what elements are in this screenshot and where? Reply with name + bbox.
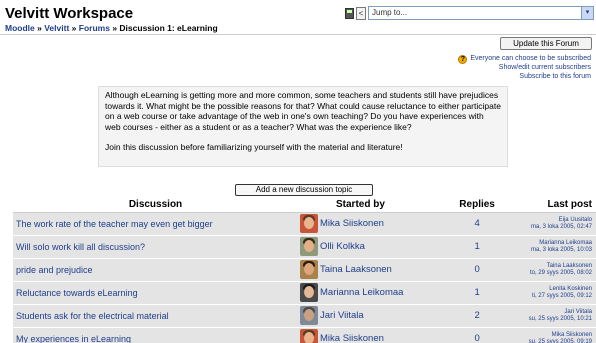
avatar[interactable]: [298, 304, 320, 328]
breadcrumb-separator: »: [112, 23, 118, 33]
last-post-author[interactable]: Eija Uusitalo: [506, 217, 592, 224]
navbar: Moodle » Velvitt » Forums » Discussion 1…: [0, 21, 596, 35]
avatar-face: [304, 217, 314, 229]
last-post-cell: Marianna Leikomaa ma, 3 loka 2005, 10:03: [506, 235, 596, 259]
add-discussion-button[interactable]: Add a new discussion topic: [235, 184, 373, 196]
breadcrumb-moodle[interactable]: Moodle: [5, 23, 35, 33]
avatar[interactable]: [298, 212, 320, 236]
breadcrumb-current: Discussion 1: eLearning: [119, 23, 218, 33]
replies-count[interactable]: 2: [448, 304, 507, 328]
avatar-face: [304, 332, 314, 343]
topic-link[interactable]: Reluctance towards eLearning: [13, 281, 298, 305]
starter-link[interactable]: Olli Kolkka: [320, 235, 449, 259]
chevron-down-icon[interactable]: ▾: [581, 7, 593, 19]
forum-intro: Although eLearning is getting more and m…: [98, 86, 508, 167]
user-avatar-icon[interactable]: [300, 329, 318, 343]
topic-link[interactable]: Will solo work kill all discussion?: [13, 235, 298, 259]
starter-link[interactable]: Taina Laaksonen: [320, 258, 449, 282]
header-last-post: Last post: [506, 197, 596, 213]
last-post-author[interactable]: Mika Siiskonen: [506, 332, 592, 339]
replies-count[interactable]: 1: [448, 235, 507, 259]
user-avatar-icon[interactable]: [300, 306, 318, 325]
user-avatar-icon[interactable]: [300, 283, 318, 302]
everyone-subscribe-link[interactable]: Everyone can choose to be subscribed: [470, 55, 591, 64]
last-post-author[interactable]: Marianna Leikomaa: [506, 240, 592, 247]
prev-activity-button[interactable]: <: [356, 6, 366, 20]
jump-menu: < Jump to... ▾ >: [345, 6, 596, 20]
header-replies: Replies: [448, 197, 507, 213]
topic-link[interactable]: pride and prejudice: [13, 258, 298, 282]
topic-link[interactable]: My experiences in eLearning: [13, 327, 298, 343]
last-post-date[interactable]: to, 29 syys 2005, 08:02: [506, 270, 592, 277]
breadcrumb-forums[interactable]: Forums: [79, 23, 110, 33]
last-post-author[interactable]: Jari Viitala: [506, 309, 592, 316]
last-post-cell: Taina Laaksonen to, 29 syys 2005, 08:02: [506, 258, 596, 282]
avatar-face: [304, 309, 314, 321]
breadcrumb-separator: »: [71, 23, 77, 33]
replies-count[interactable]: 4: [448, 212, 507, 236]
breadcrumb-velvitt[interactable]: Velvitt: [44, 23, 69, 33]
table-row: My experiences in eLearning Mika Siiskone…: [13, 327, 596, 343]
last-post-date[interactable]: su, 25 syys 2005, 10:21: [506, 316, 592, 323]
header-started-by: Started by: [298, 197, 449, 213]
last-post-author[interactable]: Taina Laaksonen: [506, 263, 592, 270]
last-post-cell: Mika Siiskonen su, 25 syys 2005, 09:19: [506, 327, 596, 343]
topic-link[interactable]: Students ask for the electrical material: [13, 304, 298, 328]
table-row: Reluctance towards eLearning Marianna Lei…: [13, 281, 596, 305]
user-avatar-icon[interactable]: [300, 237, 318, 256]
avatar[interactable]: [298, 235, 320, 259]
intro-paragraph: Join this discussion before familiarizin…: [105, 142, 403, 152]
last-post-date[interactable]: ma, 3 loka 2005, 10:03: [506, 247, 592, 254]
replies-count[interactable]: 1: [448, 281, 507, 305]
log-icon[interactable]: [345, 7, 354, 19]
last-post-author[interactable]: Lenita Koskinen: [506, 286, 592, 293]
last-post-cell: Eija Uusitalo ma, 3 loka 2005, 02:47: [506, 212, 596, 236]
avatar[interactable]: [298, 258, 320, 282]
starter-link[interactable]: Mika Siiskonen: [320, 327, 449, 343]
last-post-cell: Lenita Koskinen ti, 27 syys 2005, 09:12: [506, 281, 596, 305]
last-post-date[interactable]: ma, 3 loka 2005, 02:47: [506, 224, 592, 231]
last-post-date[interactable]: su, 25 syys 2005, 09:19: [506, 339, 592, 343]
table-header-row: Discussion Started by Replies Last post: [13, 197, 596, 213]
avatar[interactable]: [298, 327, 320, 343]
starter-link[interactable]: Jari Viitala: [320, 304, 449, 328]
breadcrumb: Moodle » Velvitt » Forums » Discussion 1…: [5, 23, 218, 33]
intro-paragraph: Although eLearning is getting more and m…: [105, 90, 501, 132]
table-row: pride and prejudice Taina Laaksonen 0 Taina…: [13, 258, 596, 282]
help-icon[interactable]: ?: [458, 55, 468, 64]
avatar-face: [304, 240, 314, 252]
subscribe-forum-link[interactable]: Subscribe to this forum: [458, 73, 591, 82]
replies-count[interactable]: 0: [448, 258, 507, 282]
update-forum-button[interactable]: Update this Forum: [500, 37, 592, 50]
subscription-links: ? Everyone can choose to be subscribed S…: [458, 55, 591, 81]
jump-to-placeholder: Jump to...: [372, 8, 408, 17]
replies-count[interactable]: 0: [448, 327, 507, 343]
table-row: Will solo work kill all discussion? Olli …: [13, 235, 596, 259]
avatar-face: [304, 286, 314, 298]
avatar-face: [304, 263, 314, 275]
last-post-date[interactable]: ti, 27 syys 2005, 09:12: [506, 293, 592, 300]
show-edit-subscribers-link[interactable]: Show/edit current subscribers: [458, 64, 591, 73]
user-avatar-icon[interactable]: [300, 260, 318, 279]
discussion-table: Discussion Started by Replies Last post …: [13, 197, 596, 343]
user-avatar-icon[interactable]: [300, 214, 318, 233]
table-row: Students ask for the electrical material…: [13, 304, 596, 328]
breadcrumb-separator: »: [37, 23, 42, 33]
jump-to-select[interactable]: Jump to... ▾: [368, 6, 594, 20]
last-post-cell: Jari Viitala su, 25 syys 2005, 10:21: [506, 304, 596, 328]
starter-link[interactable]: Mika Siiskonen: [320, 212, 449, 236]
site-title[interactable]: Velvitt Workspace: [5, 5, 133, 22]
topic-link[interactable]: The work rate of the teacher may even ge…: [13, 212, 298, 236]
starter-link[interactable]: Marianna Leikomaa: [320, 281, 449, 305]
header-discussion: Discussion: [13, 197, 298, 213]
table-row: The work rate of the teacher may even ge…: [13, 212, 596, 236]
avatar[interactable]: [298, 281, 320, 305]
